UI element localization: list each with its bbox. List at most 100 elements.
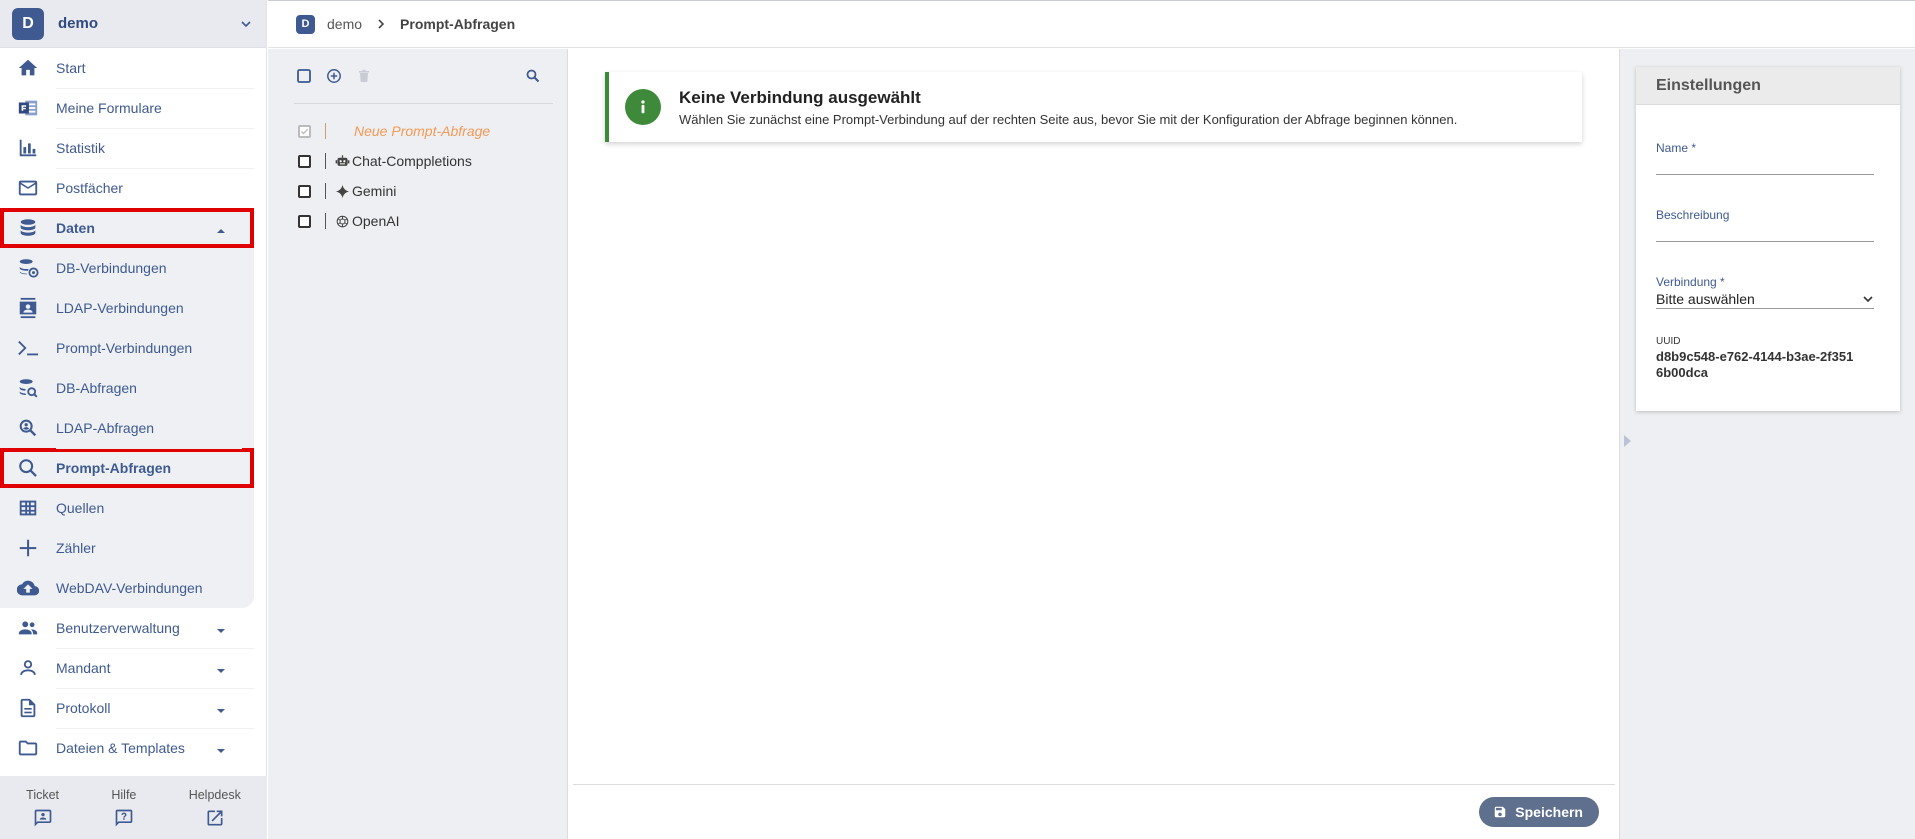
sidebar-item-data[interactable]: Daten [0, 208, 254, 248]
save-button[interactable]: Speichern [1479, 797, 1599, 827]
caret-down-icon [216, 663, 226, 673]
tree-connector [325, 123, 326, 139]
db-settings-icon [16, 256, 40, 280]
sidebar-item-files-templates[interactable]: Dateien & Templates [0, 728, 266, 768]
sidebar-item-user-management[interactable]: Benutzerverwaltung [0, 608, 266, 648]
main-nav: Start Meine Formulare Statistik Postfäch… [0, 48, 266, 768]
sidebar-item-db-queries[interactable]: DB-Abfragen [0, 368, 254, 408]
helpdesk-label: Helpdesk [188, 787, 241, 802]
bar-chart-icon [16, 136, 40, 160]
sidebar-item-ldap-connections[interactable]: LDAP-Verbindungen [0, 288, 254, 328]
nav-group-data: Daten DB-Verbindungen LDAP-Verbindungen … [0, 208, 254, 608]
connection-field-label: Verbindung * [1656, 275, 1725, 289]
save-button-label: Speichern [1515, 804, 1583, 820]
sidebar-item-db-connections[interactable]: DB-Verbindungen [0, 248, 254, 288]
chevron-right-icon [378, 19, 385, 29]
ticket-label: Ticket [26, 787, 60, 802]
sidebar-item-label: Start [56, 60, 86, 76]
description-field[interactable]: Beschreibung [1656, 208, 1874, 242]
person-icon [16, 656, 40, 680]
sidebar-footer: Ticket Hilfe Helpdesk [0, 776, 267, 839]
select-all-checkbox[interactable] [294, 66, 314, 86]
settings-title: Einstellungen [1636, 67, 1900, 105]
sidebar-item-label: Benutzerverwaltung [56, 620, 180, 636]
tree-item-openai[interactable]: OpenAI [268, 206, 567, 236]
sidebar: D demo Start Meine Formulare Statistik P… [0, 0, 267, 839]
sidebar-item-prompt-queries[interactable]: Prompt-Abfragen [0, 448, 254, 488]
mail-icon [16, 176, 40, 200]
tree-toolbar [294, 49, 553, 104]
cloud-upload-icon [16, 576, 40, 600]
document-icon [16, 696, 40, 720]
sparkle-icon [334, 183, 350, 199]
tree-search-icon[interactable] [523, 66, 543, 86]
tree-checkbox-checked[interactable] [298, 124, 311, 138]
tree-connector [325, 213, 326, 229]
tenant-badge-small: D [296, 14, 315, 34]
uuid-value: d8b9c548-e762-4144-b3ae-2f3516b00dca [1656, 349, 1854, 380]
sidebar-item-tenant[interactable]: Mandant [0, 648, 266, 688]
name-input[interactable] [1656, 155, 1874, 175]
terminal-icon [16, 336, 40, 360]
help-icon [115, 809, 133, 826]
robot-icon [334, 153, 350, 169]
sidebar-item-webdav-connections[interactable]: WebDAV-Verbindungen [0, 568, 254, 608]
sidebar-item-log[interactable]: Protokoll [0, 688, 266, 728]
sidebar-item-forms[interactable]: Meine Formulare [0, 88, 266, 128]
sidebar-item-label: Postfächer [56, 180, 123, 196]
contact-card-icon [16, 296, 40, 320]
alert-text: Keine Verbindung ausgewählt Wählen Sie z… [679, 88, 1457, 127]
sidebar-item-prompt-connections[interactable]: Prompt-Verbindungen [0, 328, 254, 368]
connection-select-value: Bitte auswählen [1656, 290, 1755, 307]
alert-message: Wählen Sie zunächst eine Prompt-Verbindu… [679, 111, 1458, 127]
sidebar-item-label: Statistik [56, 140, 106, 156]
ticket-button[interactable]: Ticket [26, 788, 59, 828]
tree-checkbox[interactable] [298, 214, 311, 228]
sidebar-item-sources[interactable]: Quellen [0, 488, 254, 528]
tree-item-new-query[interactable]: Neue Prompt-Abfrage [268, 116, 567, 146]
caret-up-icon [216, 223, 226, 233]
sidebar-item-counters[interactable]: Zähler [0, 528, 254, 568]
uuid-label: UUID [1656, 336, 1681, 347]
info-icon [625, 89, 661, 125]
description-input[interactable] [1656, 222, 1874, 242]
sidebar-item-ldap-queries[interactable]: LDAP-Abfragen [0, 408, 254, 448]
query-tree-panel: Neue Prompt-Abfrage Chat-Comppletions Ge… [268, 49, 568, 839]
plus-icon [16, 536, 40, 560]
caret-down-icon [216, 743, 226, 753]
help-button[interactable]: Hilfe [111, 788, 136, 828]
connection-field[interactable]: Verbindung * Bitte auswählen [1656, 275, 1874, 309]
name-field[interactable]: Name * [1656, 141, 1874, 175]
sidebar-item-start[interactable]: Start [0, 48, 266, 88]
tree-checkbox[interactable] [298, 184, 311, 198]
sidebar-item-label: Mandant [56, 660, 111, 676]
sidebar-item-label: Meine Formulare [56, 100, 162, 116]
sidebar-item-label: Prompt-Abfragen [56, 460, 172, 476]
delete-icon[interactable] [354, 66, 374, 86]
tenant-switcher[interactable]: D demo [0, 0, 266, 48]
home-icon [16, 56, 40, 80]
sidebar-item-statistics[interactable]: Statistik [0, 128, 266, 168]
name-field-label: Name * [1656, 141, 1697, 155]
floppy-disk-icon [1495, 806, 1506, 818]
db-search-icon [16, 376, 40, 400]
panel-collapse-handle[interactable] [1624, 435, 1631, 447]
chevron-down-icon [1863, 295, 1873, 302]
breadcrumb-root[interactable]: demo [327, 16, 362, 32]
settings-card: Einstellungen Name * Beschreibung Verbin… [1636, 67, 1900, 411]
connection-select[interactable]: Bitte auswählen [1656, 289, 1874, 309]
sidebar-item-label: DB-Verbindungen [56, 260, 167, 276]
sidebar-item-mailboxes[interactable]: Postfächer [0, 168, 266, 208]
chevron-down-icon [241, 20, 251, 27]
tree-item-gemini[interactable]: Gemini [268, 176, 567, 206]
external-link-icon [207, 810, 223, 825]
sidebar-item-label: DB-Abfragen [56, 380, 137, 396]
sidebar-item-label: Quellen [56, 500, 105, 516]
add-circle-icon[interactable] [324, 66, 344, 86]
main-content: Keine Verbindung ausgewählt Wählen Sie z… [569, 49, 1619, 839]
helpdesk-button[interactable]: Helpdesk [189, 788, 241, 828]
tree-checkbox[interactable] [298, 154, 311, 168]
tenant-name: demo [58, 15, 99, 32]
tree-item-chat-completions[interactable]: Chat-Comppletions [268, 146, 567, 176]
tree-item-label: Neue Prompt-Abfrage [354, 123, 491, 139]
